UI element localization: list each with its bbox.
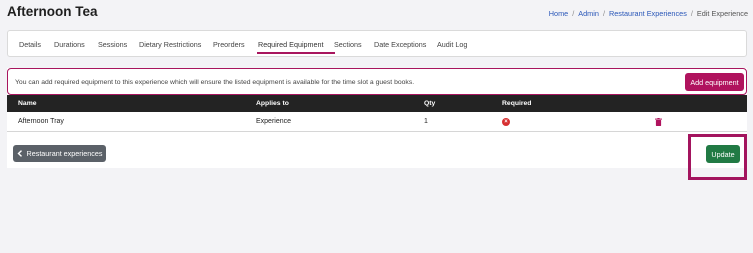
breadcrumb-separator: /: [690, 9, 693, 18]
back-to-restaurant-experiences-button[interactable]: Restaurant experiences: [13, 145, 106, 162]
breadcrumb-home[interactable]: Home: [549, 9, 568, 18]
active-tab-indicator: [257, 52, 335, 54]
tab-details[interactable]: Details: [19, 40, 41, 49]
cell-applies-to: Experience: [256, 118, 292, 125]
tab-sections[interactable]: Sections: [334, 40, 362, 49]
trash-icon[interactable]: [655, 118, 662, 126]
breadcrumb-separator: /: [602, 9, 605, 18]
add-equipment-button[interactable]: Add equipment: [685, 73, 744, 91]
tab-required-equipment[interactable]: Required Equipment: [258, 40, 324, 49]
breadcrumb: Home / Admin / Restaurant Experiences / …: [549, 9, 748, 18]
x-circle-icon: ×: [502, 118, 510, 126]
tabs-bar: Details Durations Sessions Dietary Restr…: [7, 30, 747, 57]
breadcrumb-separator: /: [572, 9, 575, 18]
back-button-label: Restaurant experiences: [26, 149, 103, 158]
header-name: Name: [18, 100, 37, 107]
cell-name: Afternoon Tray: [18, 118, 64, 125]
header-required: Required: [502, 100, 532, 107]
tab-durations[interactable]: Durations: [54, 40, 85, 49]
tab-sessions[interactable]: Sessions: [98, 40, 127, 49]
breadcrumb-current: Edit Experience: [696, 9, 748, 18]
cell-qty: 1: [424, 118, 428, 125]
breadcrumb-restaurant-experiences[interactable]: Restaurant Experiences: [609, 9, 687, 18]
chevron-left-icon: [17, 150, 22, 157]
tab-preorders[interactable]: Preorders: [213, 40, 245, 49]
tab-date-exceptions[interactable]: Date Exceptions: [374, 40, 426, 49]
info-text: You can add required equipment to this e…: [15, 79, 415, 86]
breadcrumb-admin[interactable]: Admin: [578, 9, 599, 18]
page-title: Afternoon Tea: [7, 4, 98, 19]
table-row: Afternoon Tray Experience 1 ×: [7, 112, 747, 132]
update-button[interactable]: Update: [706, 145, 740, 163]
equipment-panel: You can add required equipment to this e…: [7, 68, 747, 168]
header-qty: Qty: [424, 100, 436, 107]
info-banner: You can add required equipment to this e…: [7, 68, 747, 95]
table-header: Name Applies to Qty Required: [7, 95, 747, 112]
tab-audit-log[interactable]: Audit Log: [437, 40, 467, 49]
header-applies-to: Applies to: [256, 100, 289, 107]
tab-dietary-restrictions[interactable]: Dietary Restrictions: [139, 40, 201, 49]
